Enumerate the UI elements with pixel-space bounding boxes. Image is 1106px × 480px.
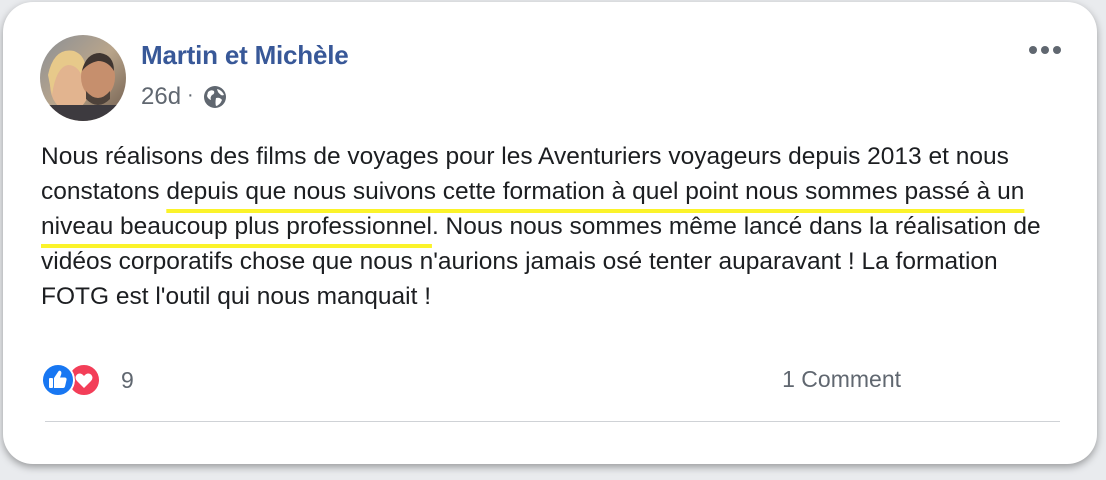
post-meta: 26d ·: [141, 82, 228, 112]
divider: [45, 421, 1060, 422]
more-dot: [1053, 46, 1061, 54]
more-options-icon[interactable]: [1025, 38, 1065, 62]
post-text: Nous réalisons des films de voyages pour…: [41, 139, 1051, 314]
post-time[interactable]: 26d: [141, 83, 181, 111]
post-card: Martin et Michèle 26d · Nous réalisons d…: [3, 2, 1097, 464]
globe-icon[interactable]: [202, 84, 228, 110]
comments-link[interactable]: 1 Comment: [782, 366, 901, 393]
reaction-count[interactable]: 9: [121, 367, 134, 394]
avatar[interactable]: [40, 35, 126, 121]
avatar-photo: [40, 35, 126, 121]
author-name[interactable]: Martin et Michèle: [141, 40, 349, 71]
more-dot: [1041, 46, 1049, 54]
reactions-bar[interactable]: 9: [41, 363, 134, 397]
more-dot: [1029, 46, 1037, 54]
meta-separator: ·: [187, 83, 194, 106]
like-icon[interactable]: [41, 363, 75, 397]
